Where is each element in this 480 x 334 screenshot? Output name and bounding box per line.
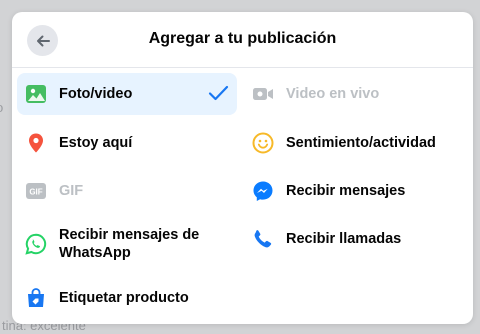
- option-photo-video[interactable]: Foto/video: [17, 73, 237, 115]
- option-gif: GIF GIF: [17, 170, 237, 212]
- option-get-messages[interactable]: Recibir mensajes: [250, 170, 468, 212]
- location-pin-icon: [25, 132, 47, 154]
- checkmark-icon: [207, 82, 229, 108]
- option-tag-product[interactable]: Etiquetar producto: [17, 277, 237, 319]
- option-label: Recibir llamadas: [286, 231, 402, 247]
- whatsapp-icon: [25, 233, 47, 255]
- option-label: Recibir mensajes de WhatsApp: [59, 227, 200, 261]
- option-live-video: Video en vivo: [250, 73, 460, 115]
- smiley-icon: [252, 132, 274, 154]
- gif-icon: GIF: [25, 180, 47, 202]
- option-whatsapp-messages[interactable]: Recibir mensajes de WhatsApp: [17, 218, 237, 270]
- dialog-header: Agregar a tu publicación: [12, 12, 473, 68]
- photo-icon: [25, 83, 47, 105]
- option-label: Etiquetar producto: [59, 290, 189, 306]
- option-feeling-activity[interactable]: Sentimiento/actividad: [250, 122, 468, 164]
- phone-icon: [252, 228, 274, 250]
- option-check-in[interactable]: Estoy aquí: [17, 122, 237, 164]
- option-label: Estoy aquí: [59, 135, 133, 151]
- add-to-post-dialog: Agregar a tu publicación Foto/video Vide: [12, 12, 473, 324]
- option-get-calls[interactable]: Recibir llamadas: [250, 218, 468, 260]
- option-label: Recibir mensajes: [286, 183, 406, 199]
- svg-text:GIF: GIF: [29, 188, 42, 197]
- dialog-title: Agregar a tu publicación: [148, 30, 337, 47]
- option-label: Video en vivo: [286, 86, 380, 102]
- messenger-icon: [252, 180, 274, 202]
- option-label: Foto/video: [59, 86, 133, 102]
- background-left-glyph: o: [0, 100, 3, 115]
- shopping-bag-icon: [25, 287, 47, 309]
- option-label: GIF: [59, 183, 84, 199]
- video-camera-icon: [252, 83, 274, 105]
- option-label: Sentimiento/actividad: [286, 135, 436, 151]
